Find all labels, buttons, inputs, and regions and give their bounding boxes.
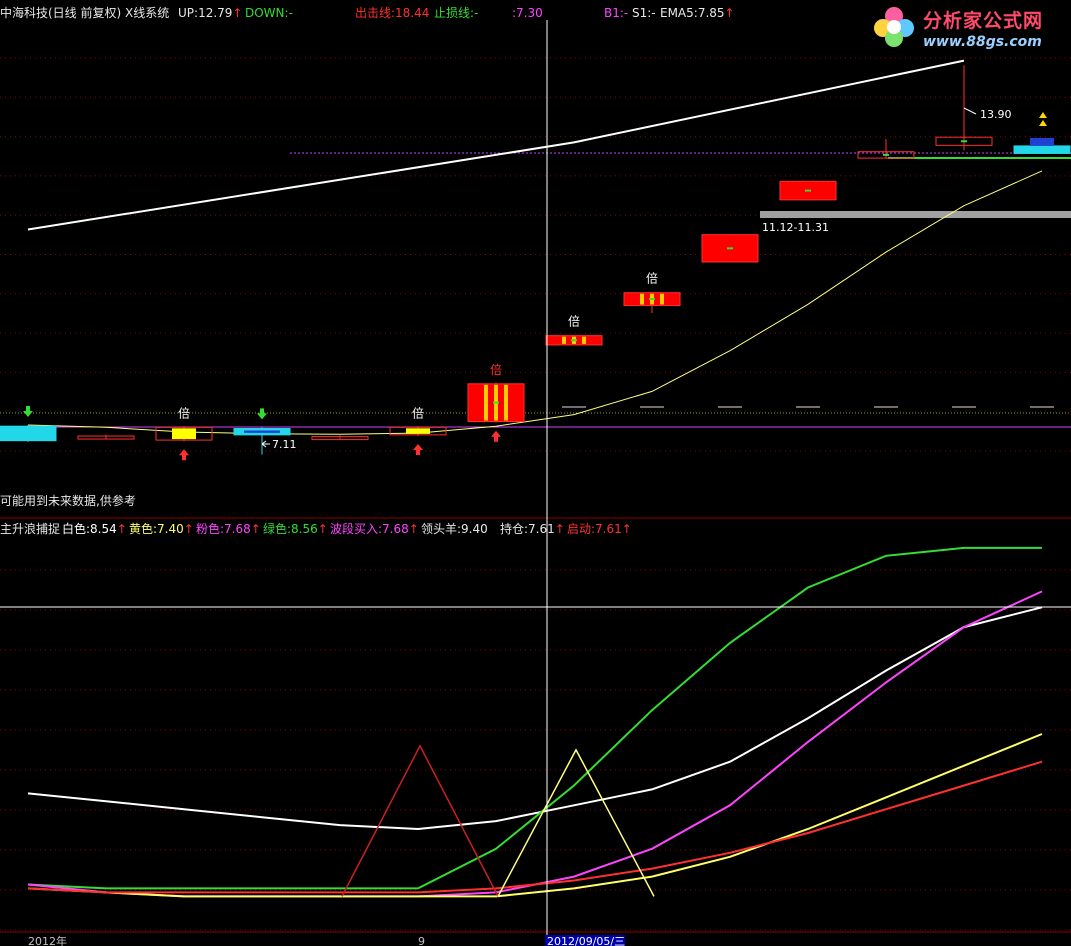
b1-value: B1:- [604, 6, 629, 20]
s1-value: S1:- [632, 6, 656, 20]
stop-loss-value: 止损线:- [434, 6, 479, 20]
candle-yellow-fill [172, 428, 196, 440]
exit-line-value: 出击线:18.44 [355, 6, 430, 20]
resistance-band [760, 211, 1071, 218]
logo-title: 分析家公式网 [923, 10, 1044, 32]
ind-hold: 持仓:7.61↑ [500, 522, 565, 536]
annotation-range: 11.12-11.31 [762, 221, 829, 234]
chart-canvas: 倍倍倍倍倍 13.90 11.12-11.31 7.11 2012年 9 201… [0, 20, 1071, 946]
buy-arrow-icon [491, 430, 501, 442]
candle-stripe [582, 336, 586, 344]
down-value: DOWN:- [245, 6, 293, 20]
ind-leader: 领头羊:9.40 [421, 522, 488, 536]
ind-yellow: 黄色:7.40↑ [129, 522, 194, 536]
up-value: UP:12.79↑ [178, 6, 243, 20]
main-panel-lines [27, 59, 1043, 435]
indicator-series-line [27, 733, 1043, 898]
indicator-triangle [497, 748, 655, 897]
flower-logo-icon [874, 7, 914, 47]
sell-arrow-icon [257, 408, 267, 420]
indicator-name: 主升浪捕捉 [0, 522, 61, 536]
bei-marker-label: 倍 [178, 405, 190, 420]
sell-arrow-icon [23, 406, 33, 418]
ind-start: 启动:7.61↑ [567, 522, 632, 536]
top-star-icon [1039, 112, 1047, 126]
buy-arrow-icon [413, 444, 423, 456]
site-logo: 分析家公式网 www.88gs.com [865, 2, 1065, 54]
bei-marker-label: 倍 [412, 405, 424, 420]
cursor-date-label: 2012/09/05/三 [547, 935, 625, 946]
candle-body [0, 425, 57, 442]
ind-green: 绿色:8.56↑ [263, 522, 328, 536]
candle-stripe [660, 293, 664, 305]
future-data-notice: 可能用到未来数据,供参考 [0, 494, 136, 508]
indicator-series-line [27, 546, 1042, 890]
bei-marker-label: 倍 [490, 362, 502, 377]
reference-lines [0, 152, 1071, 428]
signal-markers: 倍倍倍倍倍 [23, 112, 1047, 461]
candle-stripe [562, 336, 566, 344]
chart-title: 中海科技(日线 前复权) X线系统 [0, 6, 170, 20]
candle-body [1013, 145, 1071, 154]
candle-stripe [640, 293, 644, 305]
candle-stripe [504, 384, 508, 421]
annotation-13-90: 13.90 [980, 108, 1012, 121]
candle-stripe [484, 384, 488, 421]
value-730: :7.30 [512, 6, 543, 20]
indicator-lines [27, 546, 1043, 898]
main-series-line [27, 59, 965, 231]
indicator-triangle [341, 744, 499, 897]
ind-band-buy: 波段买入:7.68↑ [330, 522, 419, 536]
ema5-value: EMA5:7.85↑ [660, 6, 735, 20]
main-series-line [27, 170, 1043, 435]
candlesticks [0, 65, 1071, 455]
x-axis-mid-label: 9 [418, 935, 425, 946]
ind-white: 白色:8.54↑ [62, 522, 127, 536]
bei-marker-label: 倍 [568, 314, 580, 329]
candle-blue-fill [244, 430, 280, 433]
bei-marker-label: 倍 [646, 271, 658, 286]
indicator-series-line [27, 590, 1043, 898]
candle-yellow-fill [406, 428, 430, 434]
logo-url: www.88gs.com [923, 34, 1042, 50]
top-blue-block [1030, 137, 1054, 146]
annotation-7-11: 7.11 [272, 438, 297, 451]
x-axis-start-label: 2012年 [28, 934, 67, 946]
ind-pink: 粉色:7.68↑ [196, 522, 261, 536]
